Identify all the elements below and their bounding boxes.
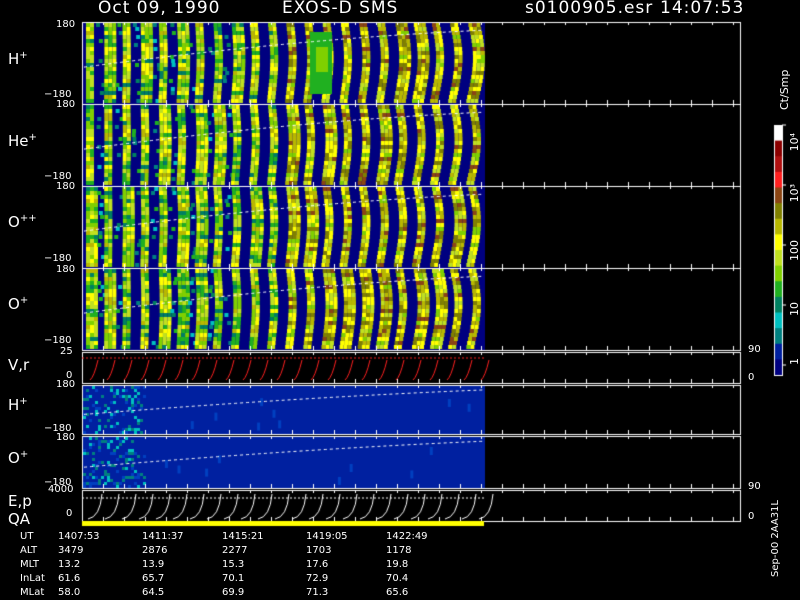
panel-label-he-plus: He+: [8, 132, 37, 150]
footer-cell: 13.2: [58, 559, 81, 570]
footer-cell: 65.7: [142, 573, 165, 584]
panel-label-ep: E,p: [8, 492, 32, 510]
footer-cell: 3479: [58, 545, 84, 556]
footer-cell: 61.6: [58, 573, 81, 584]
ytick-max: 180: [56, 19, 76, 30]
footer-cell: 70.1: [222, 573, 245, 584]
ytick-max: 25: [60, 346, 73, 357]
panel-label-o-plus-plus: O++: [8, 213, 37, 231]
panel-label-vr: V,r: [8, 356, 30, 374]
file-name: s0100905.esr: [525, 0, 654, 18]
panel-label-qa: QA: [8, 510, 31, 528]
footer-cell: 17.6: [306, 559, 329, 570]
ytick-max: 180: [56, 181, 76, 192]
footer-cell: 65.6: [386, 587, 409, 598]
header-time: 14:07:53: [660, 0, 745, 18]
ytick-max: 4000: [48, 484, 74, 495]
panel-label-o-plus: O+: [8, 295, 29, 313]
right-tick-min: 0: [748, 372, 755, 383]
ytick-min: 0: [66, 508, 73, 519]
colorbar-tick: 10: [788, 302, 800, 316]
footer-cell: 71.3: [306, 587, 329, 598]
footer-cell: 72.9: [306, 573, 329, 584]
colorbar-tick: 10³: [788, 184, 800, 203]
footer-row-name: ALT: [20, 545, 38, 556]
footer-row-name: MLat: [20, 587, 45, 598]
ytick-min: −180: [44, 253, 72, 264]
ytick-min: −180: [44, 335, 72, 346]
colorbar-tick: 1: [788, 358, 800, 365]
spectrogram-canvas: [0, 0, 800, 600]
panel-label-h-plus: H+: [8, 50, 28, 68]
footer-cell: 69.9: [222, 587, 245, 598]
colorbar-tick: 10⁴: [788, 133, 800, 152]
ytick-max: 180: [56, 264, 76, 275]
footer-cell: 1415:21: [222, 531, 264, 542]
ytick-max: 180: [56, 432, 76, 443]
right-tick-min: 0: [748, 511, 755, 522]
colorbar-unit: Ct/Smp: [778, 69, 791, 110]
footer-cell: 1703: [306, 545, 332, 556]
version-stamp: Sep-00 2AA31L: [770, 500, 781, 577]
right-tick-max: 90: [748, 481, 761, 492]
footer-cell: 1411:37: [142, 531, 184, 542]
ytick-max: 180: [56, 379, 76, 390]
footer-cell: 1419:05: [306, 531, 348, 542]
colorbar-tick: 100: [788, 240, 800, 261]
footer-cell: 2876: [142, 545, 168, 556]
footer-cell: 70.4: [386, 573, 409, 584]
footer-cell: 58.0: [58, 587, 81, 598]
footer-cell: 13.9: [142, 559, 165, 570]
footer-row-name: MLT: [20, 559, 39, 570]
footer-cell: 15.3: [222, 559, 245, 570]
footer-cell: 1422:49: [386, 531, 428, 542]
instrument-title: EXOS-D SMS: [282, 0, 399, 18]
ytick-max: 180: [56, 99, 76, 110]
footer-cell: 1178: [386, 545, 412, 556]
footer-cell: 2277: [222, 545, 248, 556]
footer-cell: 64.5: [142, 587, 165, 598]
panel-label-low-o-plus: O+: [8, 449, 29, 467]
right-tick-max: 90: [748, 344, 761, 355]
footer-row-name: InLat: [20, 573, 45, 584]
footer-cell: 1407:53: [58, 531, 100, 542]
footer-cell: 19.8: [386, 559, 409, 570]
panel-label-low-h-plus: H+: [8, 396, 28, 414]
date-title: Oct 09, 1990: [98, 0, 221, 18]
footer-row-name: UT: [20, 531, 34, 542]
